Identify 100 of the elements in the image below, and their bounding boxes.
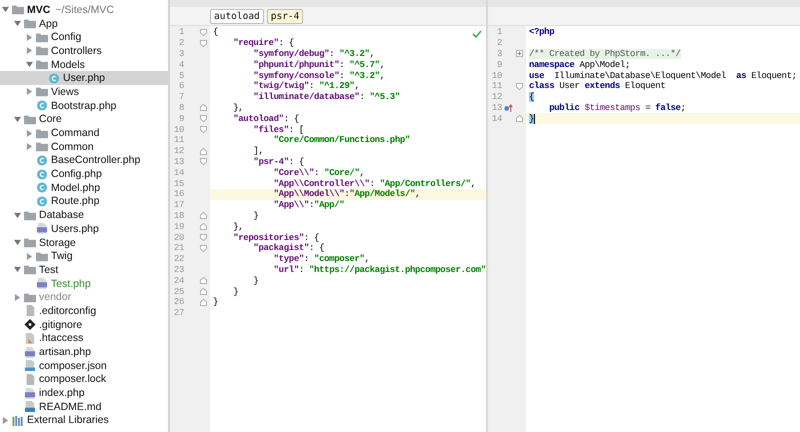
tree-item[interactable]: MVC ~/Sites/MVC [0, 3, 168, 17]
collapsed-arrow-icon[interactable] [26, 47, 33, 54]
tree-item[interactable]: Test [0, 263, 168, 277]
expanded-arrow-icon[interactable] [26, 61, 33, 68]
line-number: 9 [496, 60, 502, 70]
line-number: 22 [172, 254, 184, 264]
expanded-arrow-icon[interactable] [14, 20, 21, 28]
line-number: 10 [172, 124, 184, 135]
tree-item[interactable]: External Libraries [0, 414, 168, 428]
fold-marker-icon[interactable] [200, 115, 207, 122]
class-file-icon [36, 154, 48, 166]
fold-marker-icon[interactable] [200, 212, 207, 220]
override-marker-icon[interactable] [504, 104, 513, 112]
line-number: 16 [172, 189, 184, 200]
tree-item[interactable]: vendor [0, 290, 168, 304]
fold-marker-icon[interactable] [200, 28, 207, 36]
code-line: namespace App\Model; [528, 60, 630, 70]
tree-item[interactable]: .htaccess [0, 332, 168, 346]
folder-icon [36, 250, 48, 262]
code-line: } [212, 297, 218, 308]
php-file-icon [36, 223, 48, 234]
line-number: 1 [178, 27, 184, 38]
tree-item[interactable]: App [0, 16, 168, 30]
class-file-icon [36, 196, 48, 207]
code-line: "autoload": { [232, 114, 299, 124]
fold-marker-icon[interactable] [200, 298, 207, 306]
collapsed-arrow-icon[interactable] [14, 294, 21, 301]
fold-marker-icon[interactable] [200, 158, 207, 166]
class-file-icon [36, 168, 48, 180]
collapsed-arrow-icon[interactable] [2, 416, 9, 424]
tree-item[interactable]: Users.php [0, 222, 168, 236]
tree-item[interactable]: Bootstrap.php [0, 98, 168, 112]
check-icon [472, 30, 482, 38]
tree-item[interactable]: Config [0, 30, 168, 44]
tree-item[interactable]: Models [0, 58, 168, 72]
breadcrumb[interactable]: psr-4 [266, 8, 304, 24]
tree-item[interactable]: composer.lock [0, 372, 168, 386]
collapsed-arrow-icon[interactable] [26, 130, 33, 137]
fold-marker-icon[interactable] [516, 115, 523, 122]
folder-icon [12, 4, 24, 16]
tree-item[interactable]: Core [0, 112, 168, 126]
tree-item[interactable]: Twig [0, 249, 168, 264]
line-number: 25 [172, 286, 184, 297]
code-line: "twig/twig": "^1.29", [252, 81, 360, 92]
fold-marker-icon[interactable] [200, 104, 207, 112]
line-number: 5 [178, 70, 184, 81]
fold-marker-icon[interactable] [200, 40, 207, 47]
collapsed-arrow-icon[interactable] [26, 252, 33, 260]
tree-item[interactable]: Storage [0, 236, 168, 250]
folder-icon [24, 264, 36, 276]
fold-marker-icon[interactable] [200, 277, 207, 284]
collapsed-arrow-icon[interactable] [26, 34, 33, 41]
code-line: "files": [ [252, 124, 304, 135]
expanded-arrow-icon[interactable] [14, 266, 21, 274]
collapsed-arrow-icon[interactable] [26, 143, 33, 150]
tree-item[interactable]: Model.php [0, 180, 168, 195]
tree-item[interactable]: Database [0, 208, 168, 222]
line-number: 13 [172, 156, 184, 167]
line-number: 19 [172, 222, 184, 232]
tree-item[interactable]: Views [0, 85, 168, 99]
folder-icon [36, 128, 48, 139]
fold-marker-icon[interactable] [516, 82, 523, 90]
fold-marker-icon[interactable] [200, 223, 207, 230]
class-file-icon [36, 182, 48, 194]
tree-item[interactable]: artisan.php [0, 345, 168, 359]
tree-item[interactable]: Command [0, 126, 168, 140]
line-number: 2 [178, 38, 184, 48]
expand-marker-icon[interactable] [516, 50, 523, 58]
tree-item[interactable]: Controllers [0, 44, 168, 58]
collapsed-arrow-icon[interactable] [26, 88, 33, 96]
tree-item[interactable]: User.php [0, 71, 168, 86]
fold-marker-icon[interactable] [200, 148, 207, 155]
tree-item[interactable]: Route.php [0, 194, 168, 208]
expanded-arrow-icon[interactable] [14, 239, 21, 246]
expanded-arrow-icon[interactable] [14, 212, 21, 219]
tree-item[interactable]: .gitignore [0, 318, 168, 332]
fold-marker-icon[interactable] [200, 288, 207, 296]
tree-item[interactable]: composer.json [0, 358, 168, 373]
tree-item[interactable]: Test.php [0, 276, 168, 290]
tree-item[interactable]: BaseController.php [0, 154, 168, 168]
line-number: 4 [178, 60, 184, 70]
folder-icon [24, 237, 36, 248]
folder-icon [24, 210, 36, 221]
line-number: 11 [172, 135, 184, 146]
expanded-arrow-icon[interactable] [14, 116, 21, 123]
line-number: 3 [496, 48, 502, 59]
tree-item[interactable]: .editorconfig [0, 304, 168, 318]
fold-marker-icon[interactable] [200, 126, 207, 134]
tree-item[interactable]: index.php [0, 386, 168, 400]
fold-marker-icon[interactable] [200, 234, 207, 242]
expanded-arrow-icon[interactable] [2, 6, 9, 14]
line-number: 11 [490, 81, 502, 92]
line-number: 20 [172, 232, 184, 243]
breadcrumb[interactable]: autoload [210, 8, 264, 24]
tree-item[interactable]: Config.php [0, 167, 168, 181]
tree-item[interactable]: Common [0, 140, 168, 154]
tree-item[interactable]: README.md [0, 400, 168, 414]
fold-marker-icon[interactable] [200, 244, 207, 252]
class-file-icon [48, 72, 60, 84]
line-number: 23 [172, 264, 184, 275]
